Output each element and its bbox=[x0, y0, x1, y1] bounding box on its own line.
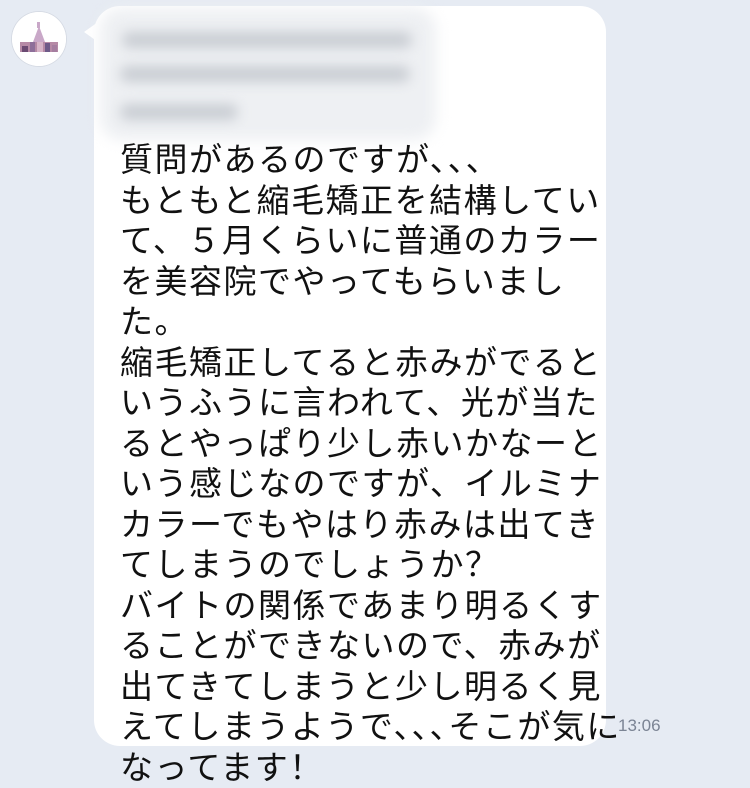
message-line: カラーでもやはり赤みは出てき bbox=[120, 505, 590, 546]
sender-avatar[interactable] bbox=[12, 12, 66, 66]
message-line: を美容院でやってもらいまし bbox=[120, 262, 590, 303]
message-line: えてしまうようで､､､そこが気に bbox=[120, 707, 590, 748]
message-line: バイトの関係であまり明るくす bbox=[120, 586, 590, 627]
message-line: て、５月くらいに普通のカラー bbox=[120, 221, 590, 262]
message-timestamp: 13:06 bbox=[618, 716, 661, 736]
message-line: なってます！ bbox=[120, 748, 590, 788]
message-line: いう感じなのですが、イルミナ bbox=[120, 464, 590, 505]
message-line: ることができないので、赤みが bbox=[120, 626, 590, 667]
message-line: 縮毛矯正してると赤みがでると bbox=[120, 343, 590, 384]
message-line: るとやっぱり少し赤いかなーと bbox=[120, 424, 590, 465]
message-line: もともと縮毛矯正を結構してい bbox=[120, 181, 590, 222]
redacted-line bbox=[120, 104, 238, 120]
message-line: た。 bbox=[120, 302, 590, 343]
redacted-line bbox=[122, 32, 412, 48]
message-line: てしまうのでしょうか？ bbox=[120, 545, 590, 586]
avatar-photo-icon bbox=[12, 12, 66, 66]
message-line: 質問があるのですが､､､ bbox=[120, 140, 590, 181]
message-text: 質問があるのですが､､､ もともと縮毛矯正を結構してい て、５月くらいに普通のカ… bbox=[120, 140, 590, 788]
message-line: 出てきてしまうと少し明るく見 bbox=[120, 667, 590, 708]
message-line: いうふうに言われて、光が当た bbox=[120, 383, 590, 424]
redacted-line bbox=[120, 66, 410, 82]
